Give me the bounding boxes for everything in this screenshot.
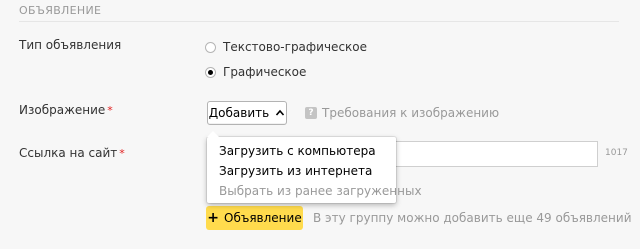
radio-option-text-graphic[interactable]: Текстово-графическое [205, 40, 367, 54]
image-label-text: Изображение [19, 103, 106, 117]
ad-type-label: Тип объявления [19, 38, 122, 52]
radio-label-graphic: Графическое [223, 65, 307, 79]
char-counter: 1017 [605, 148, 628, 158]
radio-unchecked-icon[interactable] [205, 41, 216, 53]
menu-item-upload-from-internet[interactable]: Загрузить из интернета [219, 164, 372, 178]
section-title: ОБЪЯВЛЕНИЕ [19, 4, 102, 17]
image-requirements-text: Требования к изображению [322, 106, 500, 120]
radio-label-text-graphic: Текстово-графическое [223, 40, 368, 54]
required-asterisk: * [119, 147, 125, 160]
add-ad-button[interactable]: + Объявление [206, 206, 303, 230]
add-image-dropdown: Загрузить с компьютера Загрузить из инте… [207, 131, 422, 203]
add-ad-button-label: Объявление [224, 211, 302, 225]
ads-remaining-hint: В эту группу можно добавить еще 49 объяв… [313, 211, 632, 225]
required-asterisk: * [107, 104, 113, 117]
image-label: Изображение * [19, 103, 113, 117]
chevron-up-icon [276, 109, 285, 116]
plus-icon: + [207, 210, 220, 226]
site-link-label-text: Ссылка на сайт [19, 146, 118, 160]
menu-item-upload-from-computer[interactable]: Загрузить с компьютера [219, 144, 376, 158]
menu-item-choose-previous: Выбрать из ранее загруженных [219, 184, 422, 198]
add-image-button-label: Добавить [208, 106, 270, 120]
site-link-input[interactable] [394, 141, 598, 167]
radio-option-graphic[interactable]: Графическое [205, 65, 306, 79]
image-requirements-link[interactable]: ? Требования к изображению [305, 106, 499, 120]
help-icon: ? [305, 107, 317, 119]
section-divider [19, 21, 619, 22]
site-link-label: Ссылка на сайт * [19, 146, 125, 160]
radio-checked-icon[interactable] [205, 66, 216, 78]
dropdown-caret [207, 131, 219, 137]
add-image-button[interactable]: Добавить [207, 101, 287, 125]
